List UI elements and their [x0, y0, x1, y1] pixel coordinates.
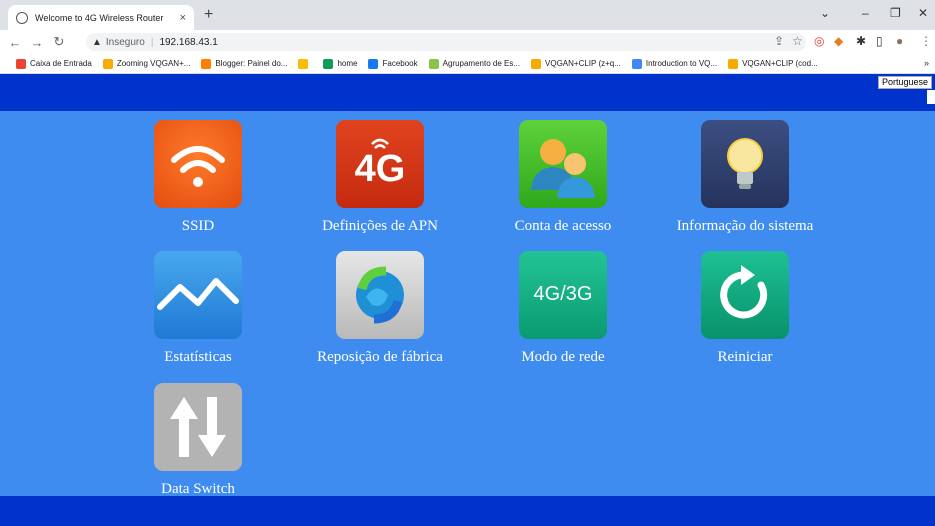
tab-strip: Welcome to 4G Wireless Router × + ⌄ – ❐ …: [0, 0, 935, 30]
forward-icon[interactable]: →: [28, 35, 46, 50]
bookmark-label: Facebook: [382, 59, 418, 68]
metamask-icon[interactable]: ◆: [834, 34, 843, 48]
share-icon[interactable]: ⇪: [774, 34, 784, 48]
bookmark-favicon-icon: [631, 58, 642, 69]
bookmark-label: Blogger: Painel do...: [215, 59, 288, 68]
bookmark-favicon-icon: [201, 58, 212, 69]
browser-tab[interactable]: Welcome to 4G Wireless Router ×: [8, 5, 194, 30]
footer-bar: [0, 496, 935, 526]
tile-label: Conta de acesso: [514, 218, 612, 234]
tile-label: SSID: [181, 218, 215, 234]
bookmark-label: home: [337, 59, 358, 68]
tile-network-mode[interactable]: 4G/3G Modo de rede: [488, 251, 638, 366]
bookmark-favicon-icon: [323, 58, 334, 69]
extension-icon[interactable]: ◎: [814, 34, 824, 48]
refresh-globe-icon: [336, 251, 424, 339]
lightbulb-icon: [701, 120, 789, 208]
bookmark-star-icon[interactable]: ☆: [792, 34, 803, 48]
line-chart-icon: [154, 251, 242, 339]
language-select[interactable]: Portuguese: [877, 76, 932, 89]
bookmark-label: Introduction to VQ...: [645, 59, 718, 68]
flag-icon: [927, 90, 935, 104]
apn-icon-text: 4G: [354, 148, 406, 190]
tile-label: Reiniciar: [717, 349, 773, 365]
tile-factory-reset[interactable]: Reposição de fábrica: [305, 251, 455, 366]
extensions-puzzle-icon[interactable]: ✱: [856, 34, 866, 48]
new-tab-button[interactable]: +: [204, 6, 213, 24]
bookmark-label: Zooming VQGAN+...: [116, 59, 191, 68]
back-icon[interactable]: ←: [6, 35, 24, 50]
side-panel-icon[interactable]: ▯: [876, 34, 883, 48]
tile-label: Reposição de fábrica: [317, 349, 443, 365]
address-url: 192.168.43.1: [159, 36, 218, 48]
bookmark-favicon-icon: [531, 58, 542, 69]
bookmark-label: VQGAN+CLIP (z+q...: [545, 59, 621, 68]
tile-statistics[interactable]: Estatísticas: [123, 251, 273, 366]
bookmark-favicon-icon: [16, 58, 26, 69]
bookmark-favicon-icon: [428, 58, 439, 69]
bookmark-item[interactable]: Zooming VQGAN+...: [102, 58, 191, 69]
tile-ssid[interactable]: SSID: [123, 120, 273, 235]
users-icon: [519, 120, 607, 208]
address-separator: |: [150, 36, 154, 48]
tile-apn-settings[interactable]: 4G Definições de APN: [305, 120, 455, 235]
globe-icon: [16, 11, 28, 24]
tile-label: Definições de APN: [322, 218, 438, 234]
bookmark-label: VQGAN+CLIP (cod...: [742, 59, 818, 68]
network-mode-icon-text: 4G/3G: [533, 283, 593, 305]
tile-system-info[interactable]: Informação do sistema: [670, 120, 820, 235]
bookmark-label: Caixa de Entrada: [30, 59, 92, 68]
tab-search-icon[interactable]: ⌄: [820, 6, 830, 20]
bookmark-item[interactable]: Facebook: [368, 58, 418, 69]
restart-icon: [701, 251, 789, 339]
bookmark-favicon-icon: [368, 58, 379, 69]
warning-icon: ▲: [92, 36, 102, 48]
bookmarks-overflow-button[interactable]: »: [924, 58, 929, 68]
bookmark-item[interactable]: VQGAN+CLIP (cod...: [728, 58, 818, 69]
tile-label: Estatísticas: [164, 349, 232, 365]
bookmark-item[interactable]: Blogger: Painel do...: [201, 58, 288, 69]
tile-data-switch[interactable]: Data Switch: [123, 383, 273, 498]
bookmark-item[interactable]: [298, 58, 312, 69]
tile-reboot[interactable]: Reiniciar: [670, 251, 820, 366]
reload-icon[interactable]: ↻: [50, 34, 68, 50]
address-bar[interactable]: ▲ Inseguro | 192.168.43.1: [86, 33, 806, 51]
up-down-arrows-icon: [154, 383, 242, 471]
bookmark-favicon-icon: [102, 58, 113, 69]
insecure-label: Inseguro: [105, 36, 145, 48]
4g-icon: 4G: [336, 120, 424, 208]
bookmark-item[interactable]: VQGAN+CLIP (z+q...: [531, 58, 621, 69]
tab-close-button[interactable]: ×: [180, 12, 186, 24]
tile-label: Modo de rede: [521, 349, 605, 365]
minimize-button[interactable]: –: [862, 6, 869, 20]
bookmark-item[interactable]: Caixa de Entrada: [16, 58, 92, 69]
bookmark-item[interactable]: Introduction to VQ...: [631, 58, 718, 69]
tile-account[interactable]: Conta de acesso: [488, 120, 638, 235]
header-bar: [0, 74, 935, 111]
bookmark-item[interactable]: Agrupamento de Es...: [428, 58, 521, 69]
tile-label: Informação do sistema: [676, 218, 814, 234]
profile-avatar[interactable]: ●: [896, 34, 903, 48]
bookmark-favicon-icon: [728, 58, 739, 69]
network-mode-icon: 4G/3G: [519, 251, 607, 339]
menu-kebab-icon[interactable]: ⋮: [920, 34, 932, 48]
bookmark-favicon-icon: [298, 58, 309, 69]
bookmark-label: Agrupamento de Es...: [442, 59, 521, 68]
wifi-icon: [154, 120, 242, 208]
bookmarks-bar: Caixa de Entrada Zooming VQGAN+... Blogger…: [0, 54, 935, 74]
bookmark-item[interactable]: home: [323, 58, 358, 69]
tab-title: Welcome to 4G Wireless Router: [35, 12, 164, 23]
window-close-button[interactable]: ✕: [918, 6, 928, 20]
restore-button[interactable]: ❐: [890, 6, 901, 20]
